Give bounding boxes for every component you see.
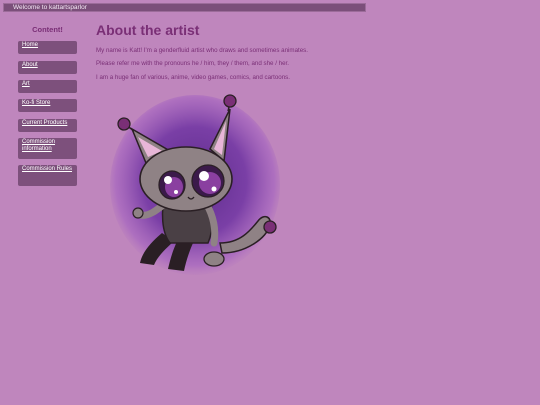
nav-art-label[interactable]: Art: [22, 81, 73, 88]
about-paragraph-1: My name is Katt! I'm a genderfluid artis…: [96, 47, 308, 54]
nav-about-button[interactable]: About: [18, 61, 77, 74]
cat-character-illustration: [110, 93, 290, 278]
sidebar-title: Content!: [32, 25, 63, 34]
nav-current-products-button[interactable]: Current Products: [18, 119, 77, 132]
nav-about-label[interactable]: About: [22, 62, 73, 69]
welcome-text: Welcome to kattartsparlor: [13, 4, 87, 11]
about-paragraph-3: I am a huge fan of various, anime, video…: [96, 74, 290, 81]
nav-home-button[interactable]: Home: [18, 41, 77, 54]
nav-commission-information-label[interactable]: Commission information: [22, 139, 73, 154]
nav-kofi-store-button[interactable]: Ko-fi Store: [18, 99, 77, 112]
nav-commission-rules-button[interactable]: Commission Rules: [18, 165, 77, 186]
nav-commission-information-button[interactable]: Commission information: [18, 138, 77, 159]
about-paragraph-2: Please refer me with the pronouns he / h…: [96, 60, 289, 67]
page-title: About the artist: [96, 22, 200, 38]
nav-commission-rules-label[interactable]: Commission Rules: [22, 166, 73, 173]
nav-kofi-store-label[interactable]: Ko-fi Store: [22, 100, 73, 107]
cat-character-svg: [110, 94, 280, 275]
nav-home-label[interactable]: Home: [22, 42, 73, 49]
nav-art-button[interactable]: Art: [18, 80, 77, 93]
welcome-bar: Welcome to kattartsparlor: [3, 3, 366, 12]
page: Welcome to kattartsparlor Content! Home …: [0, 0, 540, 405]
nav-current-products-label[interactable]: Current Products: [22, 120, 73, 127]
